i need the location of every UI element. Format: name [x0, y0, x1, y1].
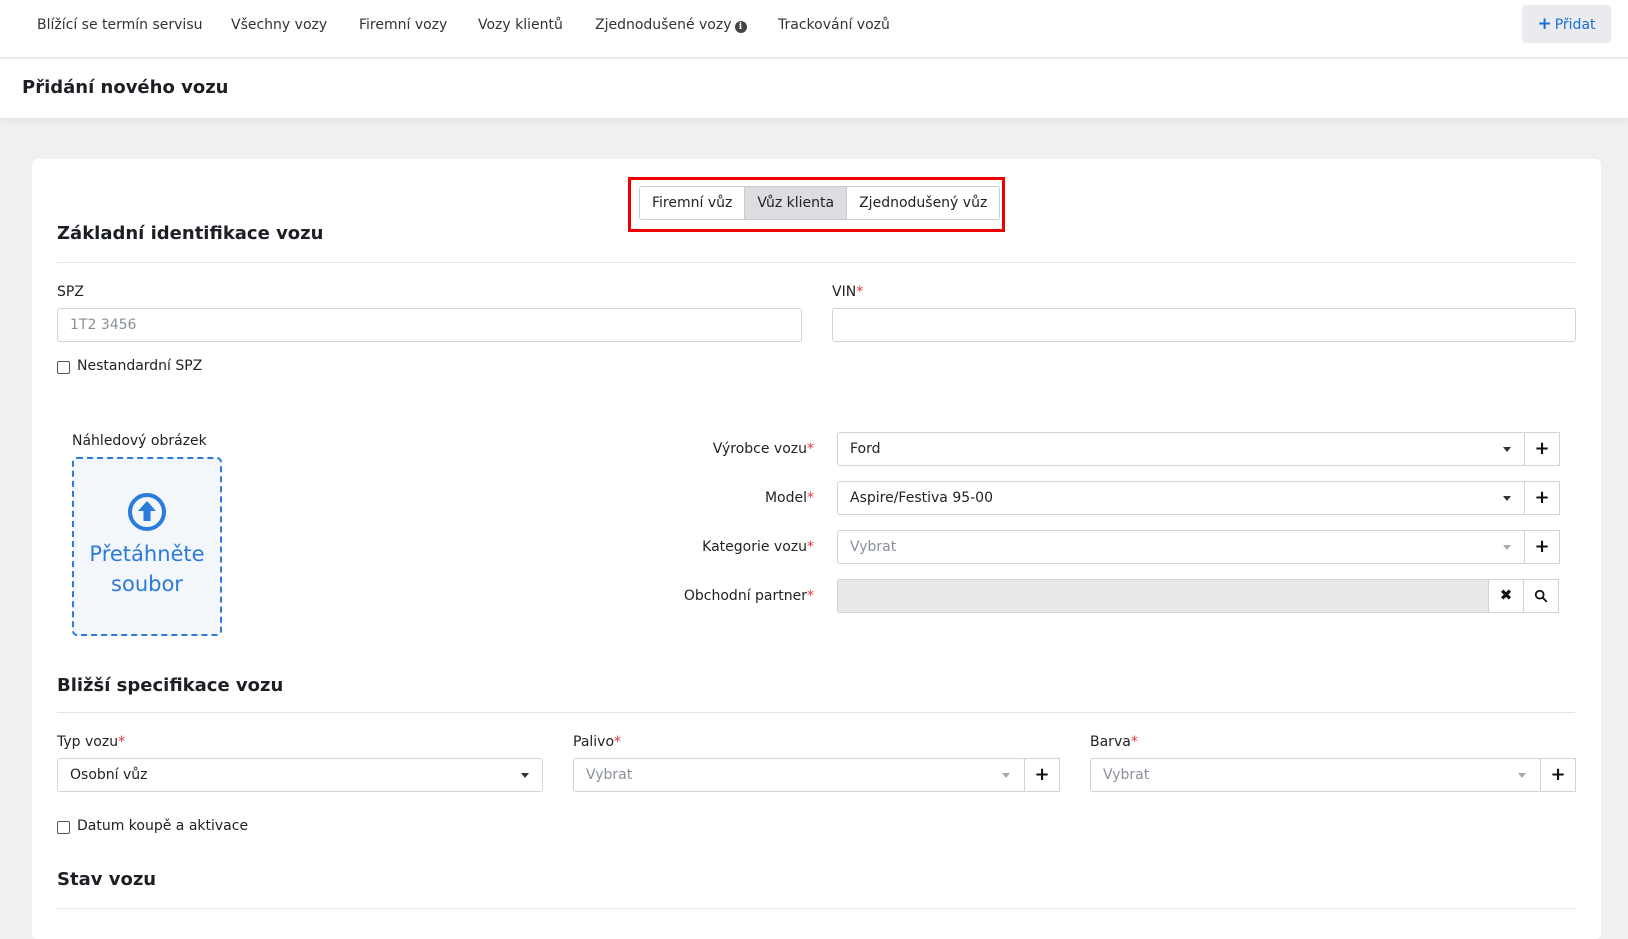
car-type-label-text: Typ vozu [57, 734, 119, 750]
model-label-text: Model [764, 490, 807, 506]
chevron-down-icon [1503, 447, 1511, 452]
add-category-button[interactable]: + [1524, 530, 1560, 564]
vin-input[interactable] [832, 308, 1576, 342]
nav-item-simplified-cars-label: Zjednodušené vozy [595, 17, 732, 33]
file-dropzone[interactable]: Přetáhněte soubor [72, 457, 222, 636]
add-button-label: Přidat [1554, 17, 1596, 33]
divider [57, 712, 1575, 713]
required-marker: * [807, 539, 814, 555]
page-title: Přidání nového vozu [22, 77, 229, 98]
fuel-label: Palivo* [573, 734, 621, 750]
vehicle-type-switch: Firemní vůz Vůz klienta Zjednodušený vůz [639, 186, 1001, 220]
type-simplified-car[interactable]: Zjednodušený vůz [847, 187, 1000, 219]
chevron-down-icon [1518, 773, 1526, 778]
manufacturer-label-text: Výrobce vozu [712, 441, 807, 457]
section-title-spec: Bližší specifikace vozu [57, 675, 284, 696]
required-marker: * [807, 490, 814, 506]
nav-item-company-cars[interactable]: Firemní vozy [359, 17, 447, 33]
plus-icon: + [1537, 14, 1552, 34]
page-header: Přidání nového vozu [0, 59, 1628, 118]
chevron-down-icon [1002, 773, 1010, 778]
model-select[interactable]: Aspire/Festiva 95-00 [837, 481, 1525, 515]
chevron-down-icon [1503, 545, 1511, 550]
spz-input[interactable] [57, 308, 802, 342]
required-marker: * [1130, 734, 1138, 750]
vin-label: VIN* [832, 284, 863, 300]
partner-label-text: Obchodní partner [683, 588, 807, 604]
nonstandard-spz-checkbox[interactable] [57, 361, 70, 374]
nav-item-simplified-cars[interactable]: Zjednodušené vozy i [595, 17, 747, 33]
partner-input[interactable] [837, 579, 1489, 613]
fuel-label-text: Palivo [573, 734, 615, 750]
chevron-down-icon [1503, 496, 1511, 501]
color-select[interactable]: Vybrat [1090, 758, 1541, 792]
car-type-label: Typ vozu* [57, 734, 125, 750]
nav-item-car-tracking[interactable]: Trackování vozů [778, 17, 890, 33]
nav-item-all-cars[interactable]: Všechny vozy [231, 17, 327, 33]
nav-item-upcoming-service[interactable]: Blížící se termín servisu [37, 17, 202, 33]
category-label: Kategorie vozu* [600, 539, 814, 555]
info-icon[interactable]: i [734, 21, 747, 33]
vin-label-text: VIN [832, 284, 857, 300]
dropzone-text: Přetáhněte soubor [74, 539, 220, 599]
add-color-button[interactable]: + [1540, 758, 1576, 792]
required-marker: * [807, 588, 814, 604]
divider [57, 908, 1575, 909]
purchase-date-checkbox[interactable] [57, 821, 70, 834]
top-navigation: Blížící se termín servisu Všechny vozy F… [0, 0, 1628, 58]
color-label-text: Barva [1090, 734, 1131, 750]
type-company-car[interactable]: Firemní vůz [640, 187, 746, 219]
car-type-select[interactable]: Osobní vůz [57, 758, 543, 792]
divider [57, 262, 1575, 263]
chevron-down-icon [521, 773, 529, 778]
required-marker: * [807, 441, 814, 457]
model-label: Model* [600, 490, 814, 506]
search-icon[interactable] [1523, 579, 1559, 613]
add-model-button[interactable]: + [1524, 481, 1560, 515]
upload-icon [128, 493, 166, 531]
add-button[interactable]: + Přidat [1522, 5, 1611, 43]
add-manufacturer-button[interactable]: + [1524, 432, 1560, 466]
spz-label: SPZ [57, 284, 84, 300]
section-title-basic: Základní identifikace vozu [57, 223, 324, 244]
required-marker: * [614, 734, 622, 750]
dropzone-text-line1: Přetáhněte [89, 542, 205, 566]
section-title-state: Stav vozu [57, 869, 157, 890]
category-select[interactable]: Vybrat [837, 530, 1525, 564]
required-marker: * [856, 284, 864, 300]
clear-partner-button[interactable]: ✖ [1488, 579, 1524, 613]
preview-image-label: Náhledový obrázek [72, 433, 207, 449]
manufacturer-label: Výrobce vozu* [600, 441, 814, 457]
required-marker: * [118, 734, 126, 750]
nav-item-client-cars[interactable]: Vozy klientů [478, 17, 563, 33]
dropzone-text-line2: soubor [111, 572, 183, 596]
fuel-select[interactable]: Vybrat [573, 758, 1025, 792]
color-label: Barva* [1090, 734, 1138, 750]
category-label-text: Kategorie vozu [702, 539, 807, 555]
purchase-date-label: Datum koupě a aktivace [77, 818, 249, 834]
partner-label: Obchodní partner* [600, 588, 814, 604]
manufacturer-select[interactable]: Ford [837, 432, 1525, 466]
add-fuel-button[interactable]: + [1024, 758, 1060, 792]
type-client-car[interactable]: Vůz klienta [745, 187, 848, 219]
nonstandard-spz-label: Nestandardní SPZ [77, 358, 203, 374]
